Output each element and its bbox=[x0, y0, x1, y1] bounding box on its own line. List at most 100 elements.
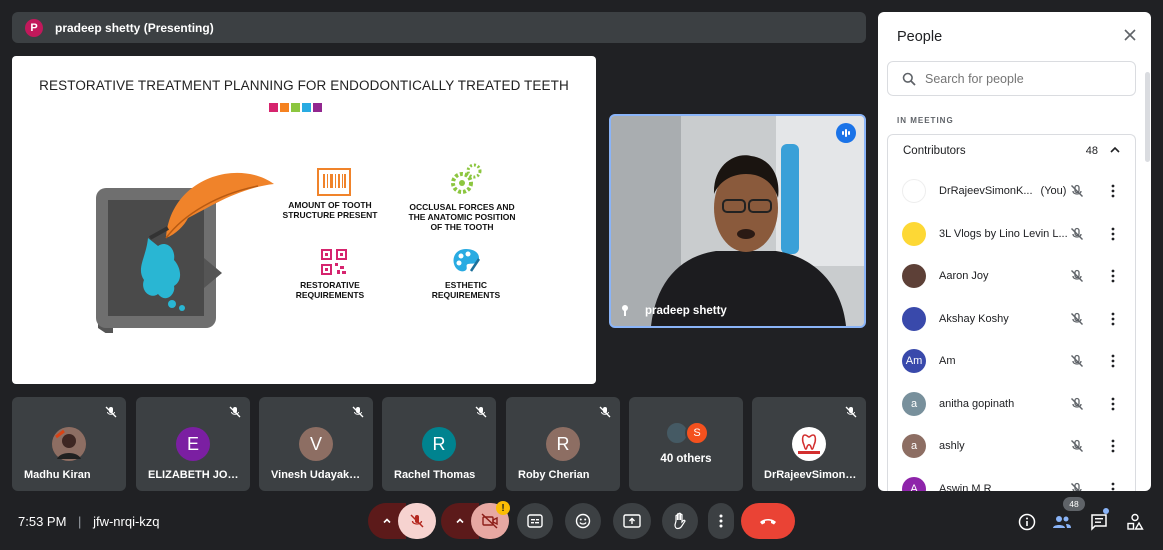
meeting-code[interactable]: jfw-nrqi-kzq bbox=[93, 514, 159, 529]
more-vert-icon[interactable] bbox=[1111, 269, 1115, 283]
meeting-details-button[interactable] bbox=[1016, 511, 1038, 533]
qr-code-icon bbox=[321, 249, 347, 275]
activities-button[interactable] bbox=[1124, 511, 1146, 533]
participant-name: Aswin M R bbox=[939, 483, 992, 492]
captions-icon bbox=[527, 514, 543, 528]
others-tile[interactable]: S 40 others bbox=[629, 397, 743, 491]
participant-tile[interactable]: E ELIZABETH JOSEPH bbox=[136, 397, 250, 491]
participant-row[interactable]: Am Am bbox=[888, 340, 1135, 382]
participant-row[interactable]: DrRajeevSimonK... (You) bbox=[888, 170, 1135, 212]
participant-name: Akshay Koshy bbox=[939, 313, 1009, 325]
speaking-indicator-icon bbox=[836, 123, 856, 143]
mic-off-icon bbox=[229, 406, 241, 418]
search-input[interactable] bbox=[925, 71, 1115, 86]
mic-off-icon[interactable] bbox=[1070, 482, 1084, 492]
swatch bbox=[280, 103, 289, 112]
mic-off-icon bbox=[410, 514, 424, 528]
active-speaker-video[interactable]: pradeep shetty bbox=[609, 114, 866, 328]
presenter-avatar: P bbox=[25, 18, 43, 37]
leave-call-button[interactable] bbox=[741, 503, 795, 539]
panel-title: People bbox=[897, 29, 943, 45]
people-count-badge: 48 bbox=[1063, 497, 1085, 511]
present-screen-button[interactable] bbox=[613, 503, 651, 539]
more-options-button[interactable] bbox=[708, 503, 734, 539]
more-vert-icon[interactable] bbox=[1111, 482, 1115, 492]
more-vert-icon[interactable] bbox=[1111, 312, 1115, 326]
slide-title: RESTORATIVE TREATMENT PLANNING FOR ENDOD… bbox=[39, 78, 569, 93]
more-vert-icon[interactable] bbox=[1111, 397, 1115, 411]
participant-name-text: Am bbox=[939, 355, 956, 367]
bottom-toolbar: 7:53 PM | jfw-nrqi-kzq ! 48 bbox=[0, 497, 1163, 550]
close-icon[interactable] bbox=[1123, 28, 1137, 42]
chat-icon bbox=[1091, 514, 1107, 531]
participant-row[interactable]: Aaron Joy bbox=[888, 255, 1135, 297]
presenter-label: pradeep shetty (Presenting) bbox=[55, 20, 214, 35]
mic-off-icon[interactable] bbox=[1070, 397, 1084, 411]
slide-item-tooth-structure: AMOUNT OF TOOTH STRUCTURE PRESENT bbox=[274, 200, 386, 221]
end-call-icon bbox=[760, 519, 776, 525]
slide-item-line: REQUIREMENTS bbox=[295, 289, 365, 300]
participant-name: ELIZABETH JOSEPH bbox=[148, 469, 242, 481]
captions-button[interactable] bbox=[517, 503, 553, 539]
participant-row[interactable]: a anitha gopinath bbox=[888, 383, 1135, 425]
raise-hand-button[interactable] bbox=[662, 503, 698, 539]
more-vert-icon[interactable] bbox=[1111, 227, 1115, 241]
participant-tile[interactable]: DrRajeevSimonKoshy bbox=[752, 397, 866, 491]
participant-name-text: ashly bbox=[939, 440, 965, 452]
panel-scrollbar-track[interactable] bbox=[1145, 72, 1150, 162]
separator: | bbox=[78, 514, 82, 529]
participant-name-text: 3L Vlogs by Lino Levin L... bbox=[939, 227, 1068, 240]
info-icon bbox=[1018, 513, 1036, 531]
mic-off-icon[interactable] bbox=[1070, 269, 1084, 283]
reactions-button[interactable] bbox=[565, 503, 601, 539]
participant-tile[interactable]: Madhu Kiran bbox=[12, 397, 126, 491]
chat-button[interactable] bbox=[1088, 511, 1110, 533]
swatch bbox=[302, 103, 311, 112]
participant-avatar bbox=[902, 179, 926, 203]
participant-avatar bbox=[902, 221, 926, 246]
barcode-icon bbox=[317, 168, 351, 196]
present-screen-icon bbox=[623, 514, 641, 528]
group-label: Contributors bbox=[903, 144, 966, 157]
participant-name: Madhu Kiran bbox=[24, 469, 91, 481]
more-vert-icon[interactable] bbox=[1111, 184, 1115, 198]
chat-notification-dot bbox=[1103, 508, 1109, 514]
people-button[interactable] bbox=[1051, 511, 1073, 533]
participant-avatar: R bbox=[546, 427, 580, 461]
mic-off-icon[interactable] bbox=[1070, 184, 1084, 198]
warning-badge-icon: ! bbox=[496, 501, 510, 515]
chevron-up-icon bbox=[456, 518, 464, 524]
more-vert-icon[interactable] bbox=[1111, 439, 1115, 453]
clock-time: 7:53 PM bbox=[18, 514, 67, 529]
search-box[interactable] bbox=[887, 61, 1136, 96]
contributors-group-header[interactable]: Contributors 48 bbox=[887, 134, 1136, 166]
mic-off-icon[interactable] bbox=[1070, 312, 1084, 326]
participant-name: Rachel Thomas bbox=[394, 469, 476, 481]
mic-off-icon[interactable] bbox=[1070, 439, 1084, 453]
participant-row[interactable]: A Aswin M R bbox=[888, 468, 1135, 492]
participant-row[interactable]: a ashly bbox=[888, 425, 1135, 467]
mic-off-icon[interactable] bbox=[1070, 227, 1084, 241]
participant-avatar bbox=[902, 264, 926, 288]
mic-off-icon[interactable] bbox=[1070, 354, 1084, 368]
more-vert-icon bbox=[719, 514, 723, 528]
mic-off-icon bbox=[352, 406, 364, 418]
participant-tile[interactable]: R Rachel Thomas bbox=[382, 397, 496, 491]
chevron-up-icon bbox=[1110, 146, 1120, 153]
participant-avatar: R bbox=[422, 427, 456, 461]
participant-name: anitha gopinath bbox=[939, 398, 1014, 410]
participant-avatar: V bbox=[299, 427, 333, 461]
meeting-info: 7:53 PM | jfw-nrqi-kzq bbox=[18, 514, 160, 529]
more-vert-icon[interactable] bbox=[1111, 354, 1115, 368]
presentation-slide: RESTORATIVE TREATMENT PLANNING FOR ENDOD… bbox=[12, 56, 596, 384]
microphone-toggle-button[interactable] bbox=[398, 503, 436, 539]
participant-tile[interactable]: V Vinesh Udayakumar bbox=[259, 397, 373, 491]
participant-row[interactable]: Akshay Koshy bbox=[888, 298, 1135, 340]
participant-tile[interactable]: R Roby Cherian bbox=[506, 397, 620, 491]
participant-row[interactable]: 3L Vlogs by Lino Levin L... bbox=[888, 213, 1135, 255]
hand-icon bbox=[674, 512, 686, 530]
mic-off-icon bbox=[475, 406, 487, 418]
camera-off-icon bbox=[481, 513, 498, 529]
tablet-feather-illustration bbox=[96, 172, 274, 333]
participant-name-text: anitha gopinath bbox=[939, 397, 1015, 410]
